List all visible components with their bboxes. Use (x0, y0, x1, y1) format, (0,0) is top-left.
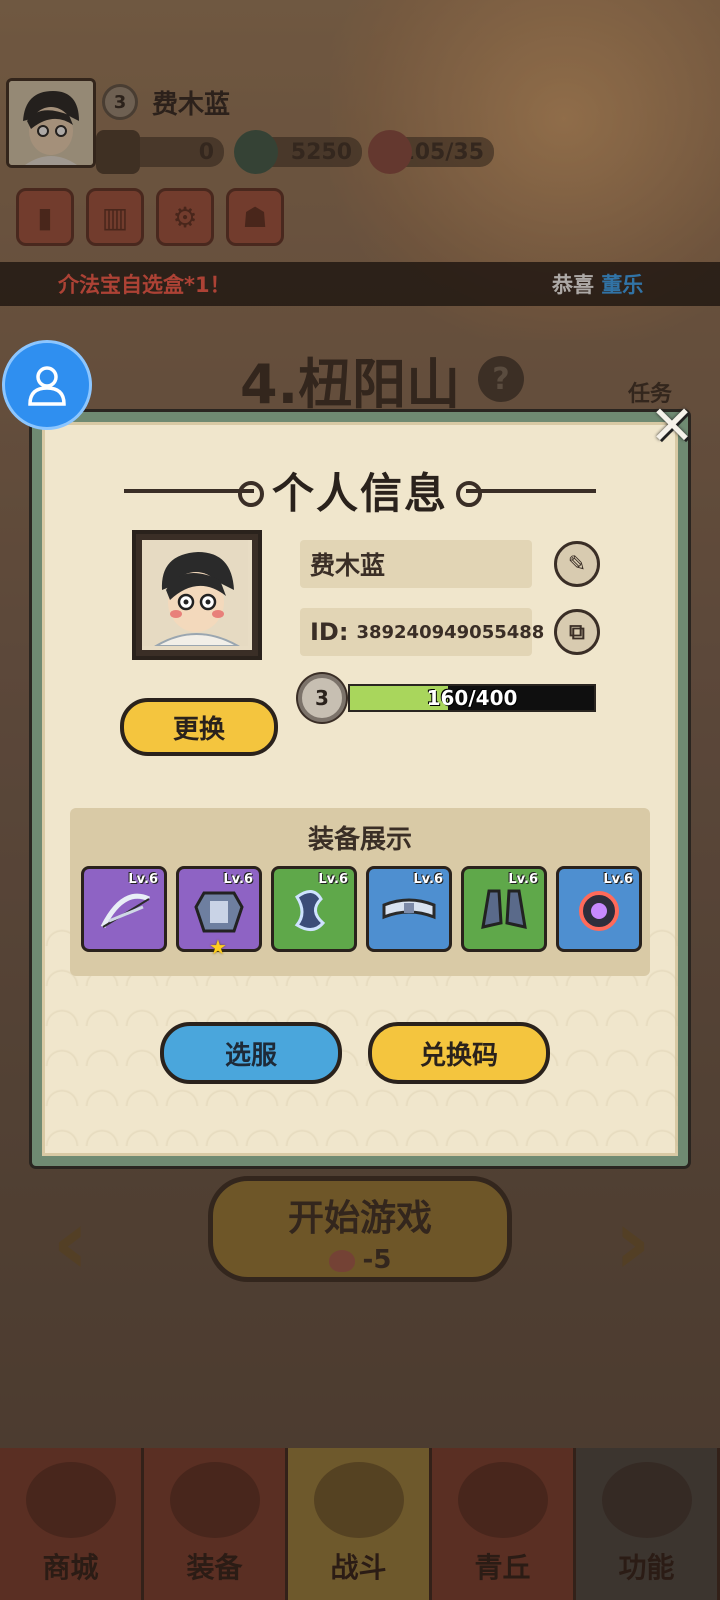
user-account-bubble[interactable] (2, 340, 92, 430)
close-icon[interactable]: ✕ (646, 399, 698, 453)
player-id-field: ID: 389240949055488 (300, 608, 544, 656)
title-ornament-right (456, 480, 596, 507)
experience-bar: 160/400 (348, 684, 596, 712)
equipment-slot[interactable]: Lv.6 (366, 866, 452, 952)
dialog-title: 个人信息 (271, 469, 448, 518)
change-avatar-button[interactable]: 更换 (120, 698, 278, 756)
copy-id-icon[interactable]: ⧉ (554, 609, 600, 655)
equipment-slot[interactable]: Lv.6 (461, 866, 547, 952)
equipment-level: Lv.6 (508, 872, 538, 887)
redeem-code-button[interactable]: 兑换码 (368, 1022, 550, 1084)
profile-portrait (132, 530, 262, 660)
equipment-slot[interactable]: Lv.6 (81, 866, 167, 952)
equipment-row: Lv.6 Lv.6 ★ Lv.6 Lv.6 Lv.6 Lv.6 (70, 866, 650, 959)
player-id-label: ID: (310, 618, 349, 646)
equipment-level: Lv.6 (223, 872, 253, 887)
equipment-slot[interactable]: Lv.6 ★ (176, 866, 262, 959)
equipment-level: Lv.6 (413, 872, 443, 887)
player-name-field: 费木蓝 (300, 540, 532, 588)
equipment-level: Lv.6 (318, 872, 348, 887)
character-portrait-icon (142, 540, 248, 647)
profile-dialog: ✕ 个人信息 更换 费木蓝 ✎ ID: 389240949055488 ⧉ 3 … (32, 399, 695, 1166)
equipment-level: Lv.6 (128, 872, 158, 887)
equipment-display-panel: 装备展示 Lv.6 Lv.6 ★ Lv.6 Lv.6 Lv.6 Lv.6 (70, 808, 650, 976)
player-name-value: 费木蓝 (310, 551, 386, 580)
title-ornament-left (123, 480, 264, 507)
equipment-slot[interactable]: Lv.6 (271, 866, 357, 952)
equipment-slot[interactable]: Lv.6 (556, 866, 642, 952)
equipment-display-title: 装备展示 (307, 824, 412, 855)
player-id-value: 389240949055488 (356, 621, 545, 643)
edit-name-brush-icon[interactable]: ✎ (554, 541, 600, 587)
user-icon (28, 366, 66, 406)
dialog-title-row: 个人信息 (42, 460, 678, 521)
experience-text: 160/400 (426, 686, 518, 710)
star-icon: ★ (209, 935, 227, 959)
select-server-button[interactable]: 选服 (160, 1022, 342, 1084)
player-level-badge: 3 (298, 674, 346, 722)
equipment-level: Lv.6 (603, 872, 633, 887)
